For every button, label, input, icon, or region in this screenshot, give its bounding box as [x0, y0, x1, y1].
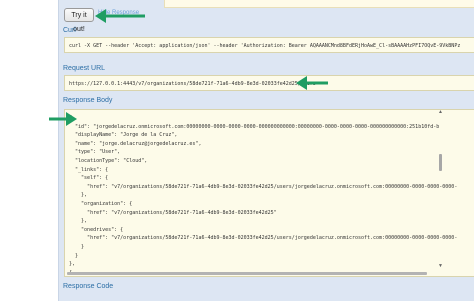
- response-body-line: "onedrives": {: [69, 226, 124, 233]
- try-it-out-button[interactable]: Try it out!: [64, 8, 94, 33]
- response-body-line: "href": "v7/organizations/58de721f-71a6-…: [69, 209, 277, 216]
- parameter-box-edge: [164, 0, 474, 8]
- curl-label: Curl: [63, 27, 76, 34]
- response-body-line: "_links": {: [69, 166, 109, 173]
- horizontal-scroll-thumb[interactable]: [67, 272, 427, 275]
- horizontal-scrollbar[interactable]: [64, 271, 436, 276]
- response-code-label: Response Code: [63, 283, 114, 290]
- green-arrow-icon: [95, 9, 145, 23]
- response-body-line: },: [69, 261, 76, 268]
- response-body-line: "href": "v7/organizations/58de721f-71a6-…: [69, 235, 458, 242]
- response-body-line: "locationType": "Cloud",: [69, 157, 148, 164]
- response-body-line: "self": {: [69, 175, 109, 182]
- response-body-line: "type": "User",: [69, 149, 121, 156]
- curl-command-box: curl -X GET --header 'Accept: applicatio…: [64, 37, 474, 53]
- scroll-down-icon[interactable]: ▼: [438, 264, 443, 269]
- response-body-line: },: [69, 218, 88, 225]
- request-url-box: https://127.0.0.1:4443/v7/organizations/…: [64, 75, 474, 91]
- vertical-scroll-thumb[interactable]: [439, 154, 442, 171]
- green-arrow-icon: [296, 76, 328, 90]
- vertical-scrollbar[interactable]: ▲ ▼: [438, 110, 444, 276]
- api-explorer-panel: Try it out! Hide Response Curl curl -X G…: [58, 0, 474, 301]
- response-body-line: }: [69, 252, 79, 259]
- scroll-up-icon[interactable]: ▲: [438, 110, 443, 115]
- response-body-line: {: [69, 114, 462, 123]
- response-body-line: "name": "jorge.delacruz@jorgedelacruz.es…: [69, 140, 202, 147]
- response-body-line: "href": "v7/organizations/58de721f-71a6-…: [69, 183, 458, 190]
- response-body-line: },: [69, 192, 88, 199]
- response-body-label: Response Body: [63, 97, 113, 104]
- response-body-line: "displayName": "Jorge de la Cruz",: [69, 132, 178, 139]
- response-body-line: }: [69, 243, 85, 250]
- response-body-line: "id": "jorgedelacruz.onmicrosoft.com:000…: [69, 123, 440, 130]
- response-body-box[interactable]: { "id": "jorgedelacruz.onmicrosoft.com:0…: [64, 109, 474, 277]
- request-url-label: Request URL: [63, 65, 106, 72]
- green-arrow-icon: [49, 112, 77, 126]
- response-body-line: "organization": {: [69, 200, 133, 207]
